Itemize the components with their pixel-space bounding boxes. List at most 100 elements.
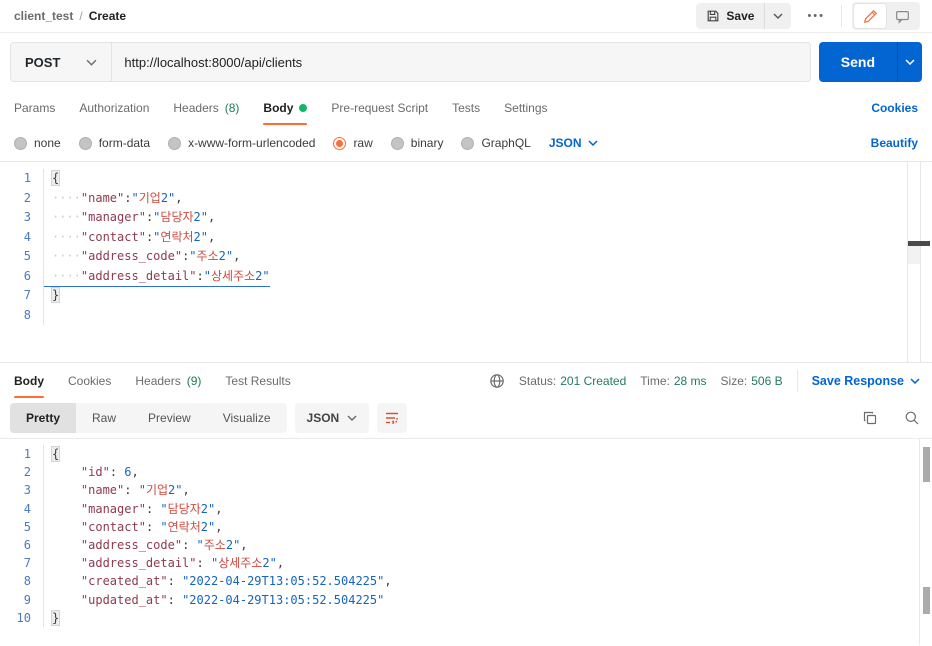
code-text: ····"address_detail":"상세주소2" — [44, 267, 270, 287]
code-line[interactable]: 10} — [0, 608, 932, 627]
save-button-label: Save — [726, 9, 755, 23]
radio-raw[interactable]: raw — [333, 136, 373, 150]
code-line[interactable]: 4 ····"contact":"연락처2", — [0, 227, 932, 247]
code-line[interactable]: 1{ — [0, 169, 932, 189]
code-line[interactable]: 8 — [0, 305, 932, 325]
copy-icon[interactable] — [862, 410, 878, 426]
line-number: 6 — [0, 535, 44, 555]
radio-icon — [78, 136, 92, 150]
response-tab-body[interactable]: Body — [14, 364, 44, 398]
code-text: "address_detail": "상세주소2", — [80, 556, 285, 571]
radio-icon — [168, 136, 182, 150]
tab-settings[interactable]: Settings — [504, 91, 547, 125]
code-line[interactable]: 1{ — [0, 445, 932, 464]
more-options-button[interactable]: ••• — [801, 10, 831, 22]
cookies-link[interactable]: Cookies — [871, 91, 918, 125]
wrap-lines-button[interactable] — [377, 403, 408, 433]
save-button[interactable]: Save — [696, 3, 764, 29]
beautify-link[interactable]: Beautify — [871, 136, 918, 150]
code-text: ····"manager":"담당자2", — [52, 210, 216, 224]
url-input[interactable]: http://localhost:8000/api/clients — [112, 43, 809, 81]
tab-authorization[interactable]: Authorization — [79, 91, 149, 125]
view-preview[interactable]: Preview — [132, 403, 207, 433]
breadcrumb-separator: / — [79, 9, 83, 23]
breadcrumb-collection[interactable]: client_test — [14, 9, 73, 23]
line-number: 4 — [0, 227, 44, 247]
send-button[interactable]: Send — [818, 42, 897, 82]
code-line[interactable]: 7 "address_detail": "상세주소2", — [0, 554, 932, 573]
code-text: { — [52, 171, 60, 185]
code-line[interactable]: 3 "name": "기업2", — [0, 481, 932, 500]
chevron-down-icon — [86, 59, 97, 66]
chevron-down-icon — [347, 415, 357, 421]
code-line[interactable]: 6 ····"address_detail":"상세주소2" — [0, 266, 932, 287]
radio-form-data[interactable]: form-data — [78, 136, 150, 150]
view-visualize[interactable]: Visualize — [207, 403, 287, 433]
radio-graphql[interactable]: GraphQL — [461, 136, 531, 150]
code-line[interactable]: 4 "manager": "담당자2", — [0, 499, 932, 518]
line-number: 3 — [0, 481, 44, 500]
line-number: 7 — [0, 554, 44, 573]
line-number: 8 — [0, 305, 44, 325]
line-number: 5 — [0, 247, 44, 267]
line-number: 9 — [0, 590, 44, 609]
right-sidebar-toggle-group — [852, 2, 920, 30]
request-body-editor[interactable]: 1{2 ····"name":"기업2", 3 ····"manager":"담당자2… — [0, 161, 932, 363]
scrollbar-thumb[interactable] — [923, 447, 930, 482]
save-button-group: Save — [696, 3, 792, 29]
tab-tests[interactable]: Tests — [452, 91, 480, 125]
code-line[interactable]: 7} — [0, 286, 932, 306]
comments-button[interactable] — [886, 4, 918, 28]
url-box: POST http://localhost:8000/api/clients — [10, 42, 811, 82]
save-options-button[interactable] — [764, 3, 791, 29]
line-number: 7 — [0, 286, 44, 306]
send-options-button[interactable] — [897, 42, 922, 82]
search-icon[interactable] — [904, 410, 920, 426]
code-line[interactable]: 3 ····"manager":"담당자2", — [0, 208, 932, 228]
response-tabs-row: Body Cookies Headers (9) Test Results Sta… — [0, 364, 932, 398]
radio-icon — [390, 136, 404, 150]
tab-body[interactable]: Body — [263, 91, 308, 125]
code-line[interactable]: 8 "created_at": "2022-04-29T13:05:52.504… — [0, 572, 932, 591]
response-body-editor[interactable]: 1{2 "id": 6, 3 "name": "기업2", 4 "manager":… — [0, 438, 932, 645]
time-badge: Time: 28 ms — [640, 374, 707, 388]
headers-count: (8) — [224, 101, 240, 115]
save-response-button[interactable]: Save Response — [812, 374, 920, 388]
request-tabs: Params Authorization Headers (8) Body Pre… — [0, 91, 932, 125]
radio-x-www-form-urlencoded[interactable]: x-www-form-urlencoded — [168, 136, 315, 150]
response-editor-scrollbar[interactable] — [919, 439, 932, 645]
code-line[interactable]: 5 ····"address_code":"주소2", — [0, 247, 932, 267]
code-text: "address_code": "주소2", — [80, 537, 248, 552]
network-globe-icon[interactable] — [489, 373, 505, 389]
scrollbar-thumb[interactable] — [908, 246, 920, 264]
tab-pre-request-script[interactable]: Pre-request Script — [331, 91, 428, 125]
chevron-down-icon — [905, 59, 915, 65]
response-format-selector[interactable]: JSON — [294, 403, 370, 433]
radio-icon — [461, 136, 475, 150]
request-editor-scrollbar[interactable] — [907, 162, 930, 362]
response-section: Body Cookies Headers (9) Test Results Sta… — [0, 364, 932, 645]
pencil-icon — [863, 9, 878, 24]
view-pretty[interactable]: Pretty — [10, 403, 77, 433]
view-raw[interactable]: Raw — [76, 403, 132, 433]
radio-binary[interactable]: binary — [390, 136, 443, 150]
tab-headers[interactable]: Headers (8) — [173, 91, 239, 125]
scrollbar-thumb[interactable] — [923, 587, 930, 614]
method-selector[interactable]: POST — [11, 43, 111, 81]
code-line[interactable]: 2 ····"name":"기업2", — [0, 188, 932, 208]
response-tab-headers[interactable]: Headers (9) — [135, 364, 201, 398]
response-tab-cookies[interactable]: Cookies — [68, 364, 111, 398]
code-line[interactable]: 6 "address_code": "주소2", — [0, 535, 932, 555]
topbar-divider — [841, 5, 842, 27]
radio-none[interactable]: none — [14, 136, 61, 150]
response-toolbar-right — [862, 410, 920, 426]
tab-params[interactable]: Params — [14, 91, 55, 125]
body-format-selector[interactable]: JSON — [549, 136, 598, 150]
response-tab-test-results[interactable]: Test Results — [225, 364, 290, 398]
code-line[interactable]: 9 "updated_at": "2022-04-29T13:05:52.504… — [0, 590, 932, 609]
radio-icon — [333, 136, 347, 150]
code-line[interactable]: 5 "contact": "연락처2", — [0, 517, 932, 536]
save-icon — [706, 9, 720, 23]
code-line[interactable]: 2 "id": 6, — [0, 463, 932, 482]
documentation-pencil-button[interactable] — [854, 4, 886, 28]
